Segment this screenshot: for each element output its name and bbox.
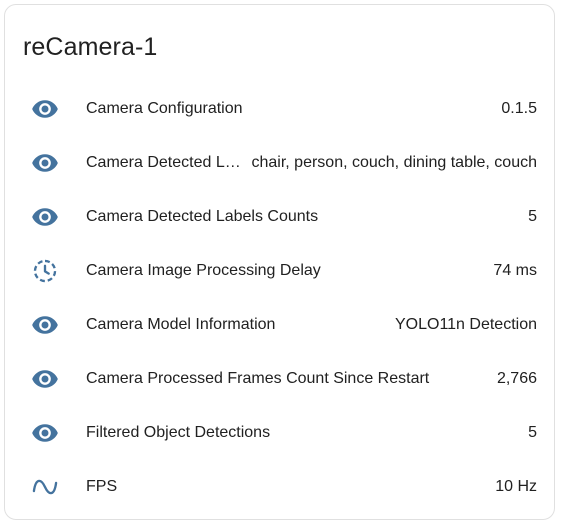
entity-row-camera-processed-frames-count[interactable]: Camera Processed Frames Count Since Rest… (5, 352, 554, 406)
entity-state: 10 Hz (495, 478, 537, 495)
entity-label: Camera Processed Frames Count Since Rest… (86, 370, 430, 387)
entity-state: 74 ms (493, 262, 537, 279)
sine-wave-icon[interactable] (31, 473, 59, 501)
entities-card: reCamera-1 Camera Configuration 0.1.5 Ca… (4, 4, 555, 520)
eye-icon[interactable] (31, 149, 59, 177)
eye-icon[interactable] (31, 365, 59, 393)
eye-icon[interactable] (31, 419, 59, 447)
entity-row-camera-detected-labels[interactable]: Camera Detected Labels chair, person, co… (5, 136, 554, 190)
timer-icon[interactable] (31, 257, 59, 285)
entity-label: Camera Configuration (86, 100, 243, 117)
entity-label: FPS (86, 478, 118, 495)
entity-state: 5 (528, 424, 537, 441)
entity-state: 0.1.5 (501, 100, 537, 117)
entity-row-camera-image-processing-delay[interactable]: Camera Image Processing Delay 74 ms (5, 244, 554, 298)
entity-label: Camera Detected Labels (86, 154, 249, 171)
eye-icon[interactable] (31, 95, 59, 123)
entity-row-camera-model-information[interactable]: Camera Model Information YOLO11n Detecti… (5, 298, 554, 352)
entity-state: chair, person, couch, dining table, couc… (251, 154, 537, 171)
entity-label: Filtered Object Detections (86, 424, 271, 441)
entity-state: YOLO11n Detection (394, 316, 537, 333)
entity-list: Camera Configuration 0.1.5 Camera Detect… (5, 82, 554, 514)
entity-label: Camera Image Processing Delay (86, 262, 321, 279)
entity-row-filtered-object-detections[interactable]: Filtered Object Detections 5 (5, 406, 554, 460)
eye-icon[interactable] (31, 203, 59, 231)
eye-icon[interactable] (31, 311, 59, 339)
entity-row-fps[interactable]: FPS 10 Hz (5, 460, 554, 514)
entity-row-camera-configuration[interactable]: Camera Configuration 0.1.5 (5, 82, 554, 136)
entity-state: 5 (528, 208, 537, 225)
entity-label: Camera Model Information (86, 316, 276, 333)
entity-state: 2,766 (496, 370, 537, 387)
entity-label: Camera Detected Labels Counts (86, 208, 319, 225)
entity-row-camera-detected-labels-counts[interactable]: Camera Detected Labels Counts 5 (5, 190, 554, 244)
card-title: reCamera-1 (23, 33, 158, 61)
